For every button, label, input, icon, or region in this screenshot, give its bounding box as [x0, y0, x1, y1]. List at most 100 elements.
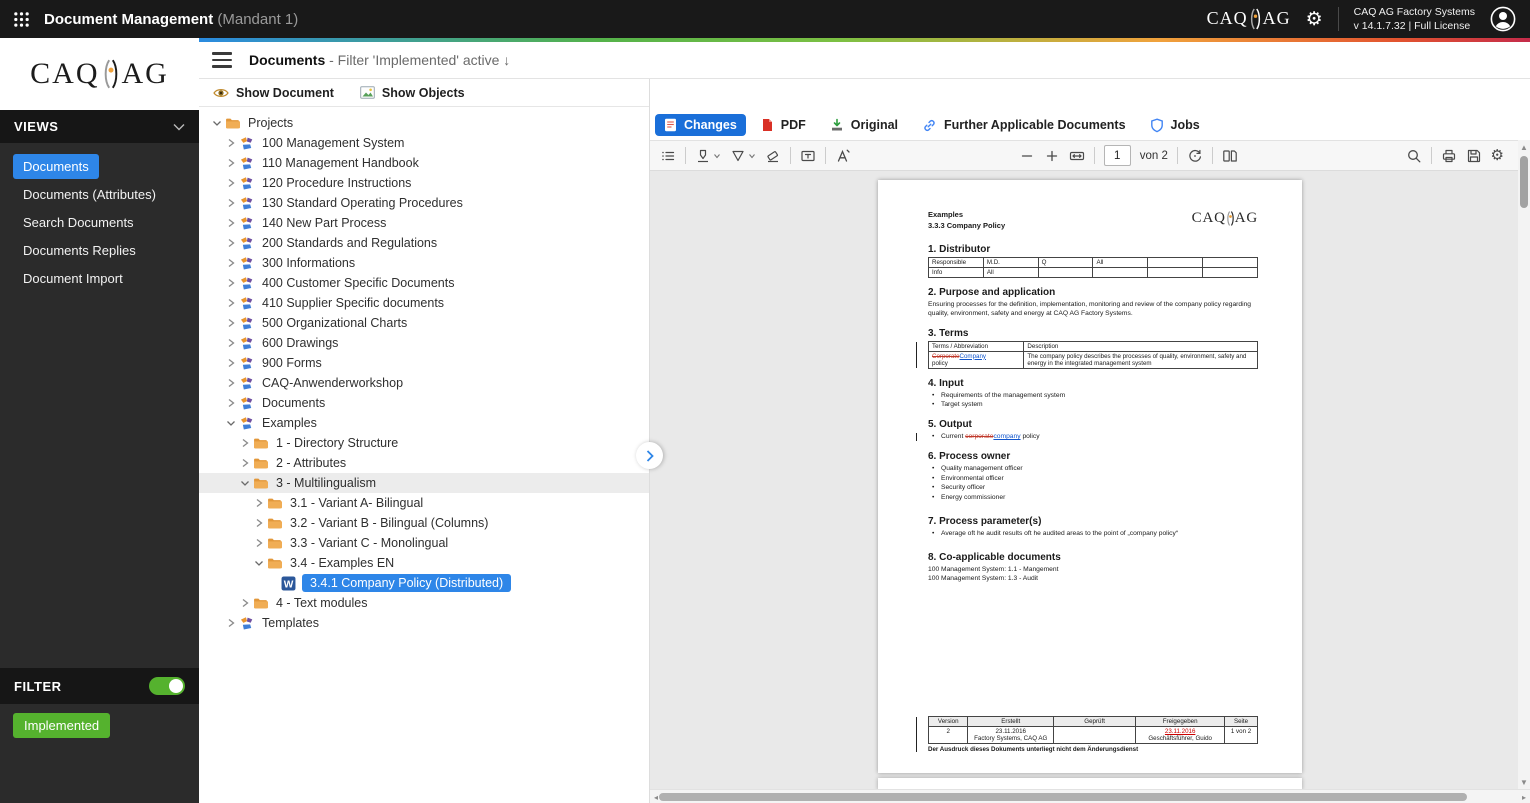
- rotate-button[interactable]: [1187, 148, 1203, 164]
- expand-chevron-icon[interactable]: [223, 216, 239, 230]
- app-grid-icon[interactable]: [13, 11, 30, 28]
- page-count-label: von 2: [1139, 149, 1168, 162]
- tab-further-applicable-documents[interactable]: Further Applicable Documents: [913, 114, 1135, 137]
- expand-chevron-icon[interactable]: [223, 296, 239, 310]
- scroll-up-arrow-icon[interactable]: ▲: [1518, 141, 1530, 153]
- expand-chevron-icon[interactable]: [223, 236, 239, 250]
- panel-collapse-handle[interactable]: [636, 442, 663, 469]
- sidebar-item-search-documents[interactable]: Search Documents: [13, 210, 144, 235]
- collapse-chevron-icon[interactable]: [209, 116, 225, 130]
- views-header[interactable]: VIEWS: [0, 110, 199, 143]
- expand-chevron-icon[interactable]: [223, 616, 239, 630]
- expand-chevron-icon[interactable]: [223, 316, 239, 330]
- tab-original[interactable]: Original: [821, 114, 907, 136]
- tree-item[interactable]: 3.3 - Variant C - Monolingual: [199, 533, 649, 553]
- expand-chevron-icon[interactable]: [223, 276, 239, 290]
- tab-changes[interactable]: Changes: [655, 114, 746, 136]
- tab-jobs[interactable]: Jobs: [1141, 114, 1209, 137]
- fit-width-button[interactable]: [1069, 148, 1085, 164]
- zoom-out-button[interactable]: [1019, 148, 1035, 164]
- expand-chevron-icon[interactable]: [223, 396, 239, 410]
- tree-item[interactable]: W 3.4.1 Company Policy (Distributed): [199, 573, 649, 593]
- highlighter-tool-icon[interactable]: [695, 148, 721, 164]
- expand-chevron-icon[interactable]: [223, 136, 239, 150]
- tree-item[interactable]: 100 Management System: [199, 133, 649, 153]
- expand-chevron-icon[interactable]: [223, 156, 239, 170]
- expand-chevron-icon[interactable]: [223, 196, 239, 210]
- expand-chevron-icon[interactable]: [237, 436, 253, 450]
- sidebar-item-documents-attributes[interactable]: Documents (Attributes): [13, 182, 166, 207]
- textbox-tool-icon[interactable]: [800, 148, 816, 164]
- tree-item[interactable]: 600 Drawings: [199, 333, 649, 353]
- sidebar-item-documents[interactable]: Documents: [13, 154, 99, 179]
- eraser-tool-icon[interactable]: [765, 148, 781, 164]
- tree-item[interactable]: 400 Customer Specific Documents: [199, 273, 649, 293]
- page-number-input[interactable]: [1103, 145, 1131, 166]
- horizontal-scroll-thumb[interactable]: [659, 793, 1467, 801]
- settings-gear-icon[interactable]: ⚙: [1306, 10, 1323, 29]
- release-date-link[interactable]: 23.11.2016: [1165, 728, 1196, 735]
- tree-item[interactable]: 3 - Multilingualism: [199, 473, 649, 493]
- sidebar-item-document-import[interactable]: Document Import: [13, 266, 133, 291]
- outline-panel-icon[interactable]: [660, 148, 676, 164]
- expand-chevron-icon[interactable]: [223, 176, 239, 190]
- tree-item[interactable]: 3.1 - Variant A- Bilingual: [199, 493, 649, 513]
- doc-section-distributor: 1. Distributor: [928, 244, 991, 255]
- menu-hamburger-icon[interactable]: [212, 52, 232, 68]
- show-objects-button[interactable]: Show Objects: [360, 86, 465, 100]
- vertical-scrollbar[interactable]: ▲ ▼: [1518, 140, 1530, 789]
- draw-tool-icon[interactable]: [730, 148, 756, 164]
- tree-item[interactable]: 200 Standards and Regulations: [199, 233, 649, 253]
- user-avatar[interactable]: [1490, 6, 1516, 32]
- collapse-chevron-icon[interactable]: [251, 556, 267, 570]
- expand-chevron-icon[interactable]: [223, 376, 239, 390]
- freetext-tool-icon[interactable]: [835, 148, 851, 164]
- tree-item[interactable]: Examples: [199, 413, 649, 433]
- tree-item[interactable]: 4 - Text modules: [199, 593, 649, 613]
- tree-item[interactable]: CAQ-Anwenderworkshop: [199, 373, 649, 393]
- collapse-chevron-icon[interactable]: [237, 476, 253, 490]
- tree-item[interactable]: 900 Forms: [199, 353, 649, 373]
- search-icon[interactable]: [1406, 148, 1422, 164]
- tree-item[interactable]: 300 Informations: [199, 253, 649, 273]
- facing-pages-button[interactable]: [1222, 148, 1238, 164]
- tree-item[interactable]: 1 - Directory Structure: [199, 433, 649, 453]
- expand-chevron-icon[interactable]: [223, 336, 239, 350]
- scroll-down-arrow-icon[interactable]: ▼: [1518, 776, 1530, 788]
- tree-item[interactable]: Projects: [199, 113, 649, 133]
- viewer-settings-gear-icon[interactable]: ⚙: [1491, 148, 1504, 163]
- expand-chevron-icon[interactable]: [251, 496, 267, 510]
- sidebar-item-documents-replies[interactable]: Documents Replies: [13, 238, 146, 263]
- print-icon[interactable]: [1441, 148, 1457, 164]
- expand-chevron-icon[interactable]: [223, 356, 239, 370]
- save-icon[interactable]: [1466, 148, 1482, 164]
- doc-title-block: Examples 3.3.3 Company Policy: [928, 210, 1006, 230]
- show-document-button[interactable]: Show Document: [213, 86, 334, 100]
- tree-item[interactable]: 3.4 - Examples EN: [199, 553, 649, 573]
- tree-item[interactable]: 2 - Attributes: [199, 453, 649, 473]
- tab-pdf[interactable]: PDF: [752, 114, 815, 136]
- collapse-chevron-icon[interactable]: [223, 416, 239, 430]
- filter-toggle[interactable]: [149, 677, 185, 695]
- expand-chevron-icon[interactable]: [251, 536, 267, 550]
- tree-item[interactable]: 500 Organizational Charts: [199, 313, 649, 333]
- tree-item[interactable]: 110 Management Handbook: [199, 153, 649, 173]
- tree-item[interactable]: 130 Standard Operating Procedures: [199, 193, 649, 213]
- scroll-right-arrow-icon[interactable]: ▸: [1518, 791, 1530, 803]
- tree-item[interactable]: 120 Procedure Instructions: [199, 173, 649, 193]
- distribution-cell: M.D.: [982, 257, 1039, 268]
- horizontal-scrollbar[interactable]: ◂ ▸: [650, 789, 1530, 803]
- vertical-scroll-thumb[interactable]: [1520, 156, 1528, 208]
- tree-item[interactable]: Documents: [199, 393, 649, 413]
- expand-chevron-icon[interactable]: [251, 516, 267, 530]
- expand-chevron-icon[interactable]: [237, 456, 253, 470]
- expand-chevron-icon[interactable]: [223, 256, 239, 270]
- shield-icon: [1150, 117, 1163, 132]
- tree-item[interactable]: Templates: [199, 613, 649, 633]
- tree-item[interactable]: 140 New Part Process: [199, 213, 649, 233]
- filter-badge-implemented[interactable]: Implemented: [13, 713, 111, 738]
- tree-item[interactable]: 3.2 - Variant B - Bilingual (Columns): [199, 513, 649, 533]
- expand-chevron-icon[interactable]: [237, 596, 253, 610]
- zoom-in-button[interactable]: [1044, 148, 1060, 164]
- tree-item[interactable]: 410 Supplier Specific documents: [199, 293, 649, 313]
